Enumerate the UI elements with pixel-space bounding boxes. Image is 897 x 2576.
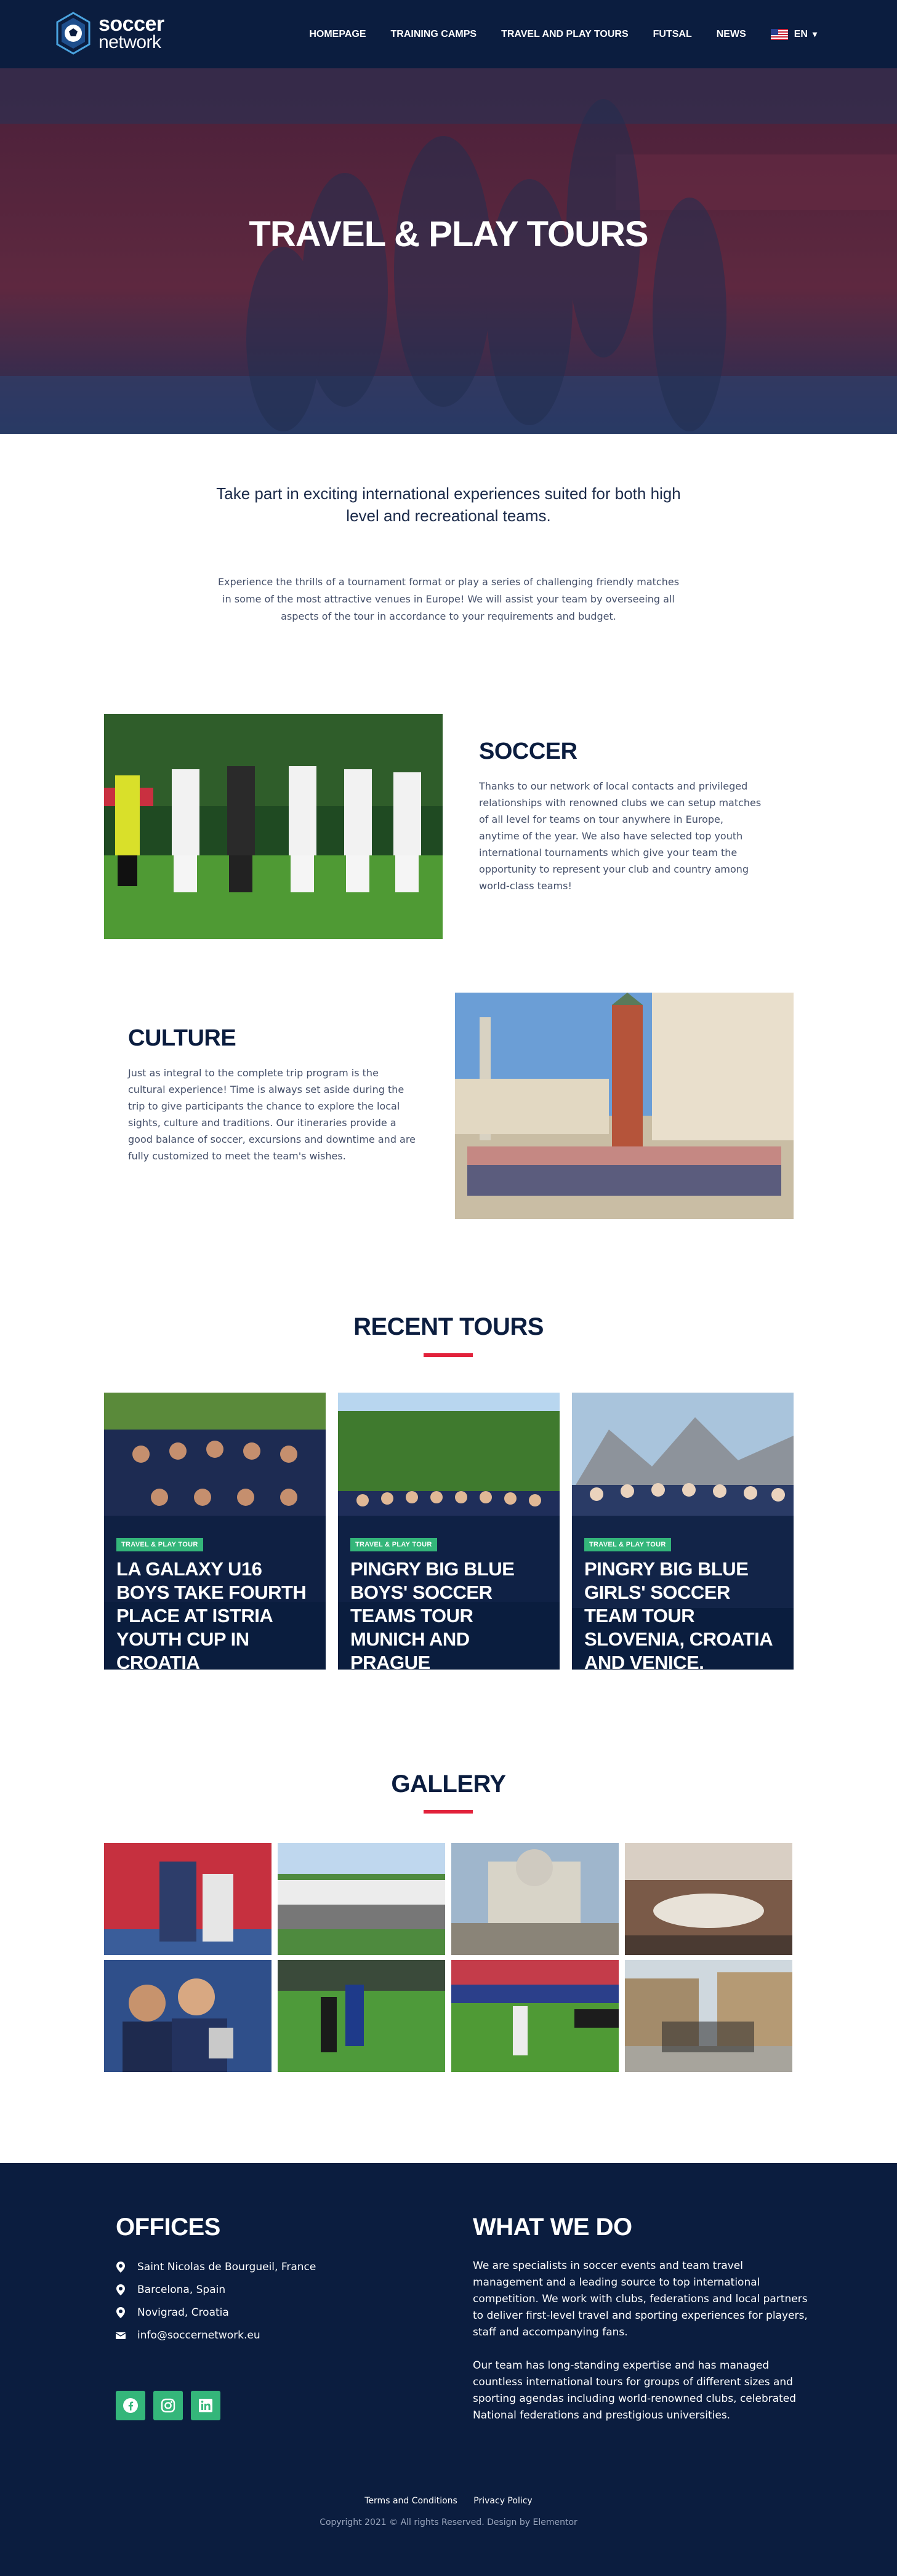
nav-training-camps[interactable]: TRAINING CAMPS — [391, 29, 477, 40]
nav-futsal[interactable]: FUTSAL — [653, 29, 692, 40]
tour-tag: TRAVEL & PLAY TOUR — [584, 1538, 671, 1551]
language-selector[interactable]: EN ▾ — [770, 28, 817, 40]
what-we-do-paragraph: We are specialists in soccer events and … — [473, 2260, 808, 2338]
gallery-image[interactable] — [451, 1843, 619, 1955]
logo-text-line1: soccer — [99, 12, 164, 36]
copyright-text: Copyright 2021 © All rights Reserved. De… — [320, 2518, 577, 2527]
hero-banner: TRAVEL & PLAY TOURS — [0, 68, 897, 434]
culture-heading: CULTURE — [128, 1025, 236, 1051]
venice-group-photo — [455, 993, 794, 1219]
recent-tours-heading: RECENT TOURS — [353, 1313, 544, 1340]
culture-text: Just as integral to the complete trip pr… — [128, 1067, 416, 1162]
logo-text-line2: network — [99, 32, 161, 52]
us-flag-icon — [770, 28, 788, 40]
tour-title: PINGRY BIG BLUE GIRLS' SOCCER TEAM TOUR … — [584, 1558, 772, 1670]
office-label: Novigrad, Croatia — [137, 2306, 229, 2319]
gallery-image[interactable] — [625, 1843, 792, 1955]
tour-card[interactable]: TRAVEL & PLAY TOUR LA GALAXY U16 BOYS TA… — [104, 1393, 326, 1670]
gallery-image[interactable] — [104, 1960, 272, 2072]
instagram-button[interactable] — [153, 2391, 183, 2420]
site-header: soccer network HOMEPAGE TRAINING CAMPS T… — [0, 0, 897, 68]
tour-title: LA GALAXY U16 BOYS TAKE FOURTH PLACE AT … — [116, 1558, 307, 1670]
facebook-icon — [123, 2398, 138, 2413]
heading-underline — [424, 1353, 473, 1357]
tour-title: PINGRY BIG BLUE BOYS' SOCCER TEAMS TOUR … — [350, 1558, 515, 1670]
gallery-image[interactable] — [278, 1960, 445, 2072]
nav-news[interactable]: NEWS — [717, 29, 746, 40]
location-pin-icon — [116, 2284, 125, 2295]
logo[interactable]: soccer network — [55, 10, 164, 57]
tour-tag: TRAVEL & PLAY TOUR — [350, 1538, 437, 1551]
offices-heading: OFFICES — [116, 2214, 220, 2241]
soccer-heading: SOCCER — [479, 738, 577, 764]
gallery-image[interactable] — [625, 1960, 792, 2072]
soccer-text: Thanks to our network of local contacts … — [479, 780, 762, 892]
soccer-ball-logo-icon — [56, 12, 91, 55]
language-label: EN — [794, 28, 808, 39]
location-pin-icon — [116, 2262, 125, 2273]
main-nav: HOMEPAGE TRAINING CAMPS TRAVEL AND PLAY … — [284, 0, 817, 68]
gallery-image[interactable] — [278, 1843, 445, 1955]
what-we-do-paragraph: Our team has long-standing expertise and… — [473, 2359, 797, 2422]
page-title: TRAVEL & PLAY TOURS — [249, 214, 648, 254]
intro-lead-text: Take part in exciting international expe… — [216, 484, 681, 525]
gallery-image[interactable] — [451, 1960, 619, 2072]
intro-body-text: Experience the thrills of a tournament f… — [217, 576, 680, 622]
terms-link[interactable]: Terms and Conditions — [364, 2496, 457, 2506]
location-pin-icon — [116, 2307, 125, 2318]
gallery-heading: GALLERY — [391, 1770, 506, 1798]
nav-homepage[interactable]: HOMEPAGE — [309, 29, 366, 40]
tour-card[interactable]: TRAVEL & PLAY TOUR PINGRY BIG BLUE BOYS'… — [338, 1393, 560, 1670]
soccer-team-photo — [104, 714, 443, 939]
tour-tag: TRAVEL & PLAY TOUR — [116, 1538, 203, 1551]
instagram-icon — [161, 2398, 175, 2413]
tour-card[interactable]: TRAVEL & PLAY TOUR PINGRY BIG BLUE GIRLS… — [572, 1393, 794, 1670]
office-label: Barcelona, Spain — [137, 2284, 226, 2296]
facebook-button[interactable] — [116, 2391, 145, 2420]
linkedin-icon — [199, 2399, 212, 2412]
office-label: Saint Nicolas de Bourgueil, France — [137, 2261, 316, 2273]
gallery-image[interactable] — [104, 1843, 272, 1955]
office-item: Novigrad, Croatia — [116, 2306, 229, 2319]
email-link[interactable]: info@soccernetwork.eu — [137, 2329, 260, 2342]
nav-travel-and-play-tours[interactable]: TRAVEL AND PLAY TOURS — [501, 29, 629, 40]
privacy-link[interactable]: Privacy Policy — [473, 2496, 532, 2506]
footer-links: Terms and Conditions Privacy Policy — [0, 2496, 897, 2506]
heading-underline — [424, 1810, 473, 1814]
linkedin-button[interactable] — [191, 2391, 220, 2420]
chevron-down-icon: ▾ — [812, 29, 817, 39]
envelope-icon — [116, 2332, 126, 2339]
email-item[interactable]: info@soccernetwork.eu — [116, 2329, 260, 2342]
office-item: Saint Nicolas de Bourgueil, France — [116, 2261, 316, 2273]
what-we-do-heading: WHAT WE DO — [473, 2214, 632, 2241]
office-item: Barcelona, Spain — [116, 2284, 225, 2296]
